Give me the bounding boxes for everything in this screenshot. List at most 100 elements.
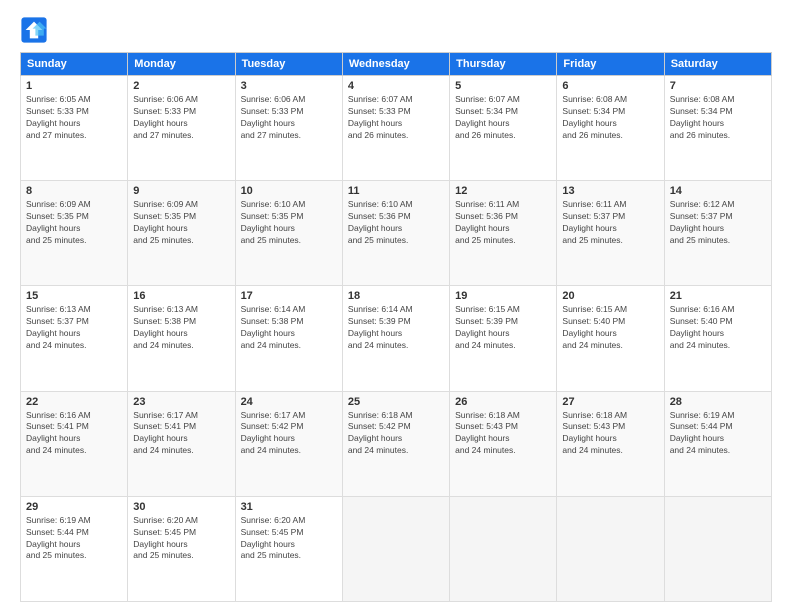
calendar-cell: 15 Sunrise: 6:13 AM Sunset: 5:37 PM Dayl… xyxy=(21,286,128,391)
calendar-cell: 21 Sunrise: 6:16 AM Sunset: 5:40 PM Dayl… xyxy=(664,286,771,391)
calendar-cell: 29 Sunrise: 6:19 AM Sunset: 5:44 PM Dayl… xyxy=(21,496,128,601)
day-detail: Sunrise: 6:20 AM Sunset: 5:45 PM Dayligh… xyxy=(133,515,229,563)
calendar-header-row: SundayMondayTuesdayWednesdayThursdayFrid… xyxy=(21,53,772,76)
day-detail: Sunrise: 6:12 AM Sunset: 5:37 PM Dayligh… xyxy=(670,199,766,247)
calendar-cell: 10 Sunrise: 6:10 AM Sunset: 5:35 PM Dayl… xyxy=(235,181,342,286)
calendar-cell: 16 Sunrise: 6:13 AM Sunset: 5:38 PM Dayl… xyxy=(128,286,235,391)
day-detail: Sunrise: 6:18 AM Sunset: 5:42 PM Dayligh… xyxy=(348,410,444,458)
calendar-weekday-wednesday: Wednesday xyxy=(342,53,449,76)
day-number: 4 xyxy=(348,80,444,92)
day-number: 7 xyxy=(670,80,766,92)
day-number: 28 xyxy=(670,396,766,408)
calendar-week-5: 29 Sunrise: 6:19 AM Sunset: 5:44 PM Dayl… xyxy=(21,496,772,601)
day-detail: Sunrise: 6:09 AM Sunset: 5:35 PM Dayligh… xyxy=(133,199,229,247)
day-detail: Sunrise: 6:15 AM Sunset: 5:40 PM Dayligh… xyxy=(562,304,658,352)
day-detail: Sunrise: 6:07 AM Sunset: 5:34 PM Dayligh… xyxy=(455,94,551,142)
day-number: 25 xyxy=(348,396,444,408)
day-number: 29 xyxy=(26,501,122,513)
logo xyxy=(20,16,52,44)
calendar-cell xyxy=(664,496,771,601)
day-detail: Sunrise: 6:08 AM Sunset: 5:34 PM Dayligh… xyxy=(670,94,766,142)
day-number: 11 xyxy=(348,185,444,197)
calendar-cell: 1 Sunrise: 6:05 AM Sunset: 5:33 PM Dayli… xyxy=(21,76,128,181)
calendar-weekday-friday: Friday xyxy=(557,53,664,76)
day-number: 10 xyxy=(241,185,337,197)
calendar-week-4: 22 Sunrise: 6:16 AM Sunset: 5:41 PM Dayl… xyxy=(21,391,772,496)
day-detail: Sunrise: 6:19 AM Sunset: 5:44 PM Dayligh… xyxy=(26,515,122,563)
day-number: 31 xyxy=(241,501,337,513)
calendar-cell xyxy=(450,496,557,601)
day-number: 18 xyxy=(348,290,444,302)
calendar-weekday-saturday: Saturday xyxy=(664,53,771,76)
calendar-cell: 24 Sunrise: 6:17 AM Sunset: 5:42 PM Dayl… xyxy=(235,391,342,496)
day-detail: Sunrise: 6:10 AM Sunset: 5:35 PM Dayligh… xyxy=(241,199,337,247)
day-detail: Sunrise: 6:17 AM Sunset: 5:41 PM Dayligh… xyxy=(133,410,229,458)
calendar-weekday-tuesday: Tuesday xyxy=(235,53,342,76)
calendar-weekday-thursday: Thursday xyxy=(450,53,557,76)
day-number: 16 xyxy=(133,290,229,302)
day-detail: Sunrise: 6:13 AM Sunset: 5:38 PM Dayligh… xyxy=(133,304,229,352)
page: SundayMondayTuesdayWednesdayThursdayFrid… xyxy=(0,0,792,612)
day-detail: Sunrise: 6:11 AM Sunset: 5:37 PM Dayligh… xyxy=(562,199,658,247)
calendar: SundayMondayTuesdayWednesdayThursdayFrid… xyxy=(20,52,772,602)
day-number: 2 xyxy=(133,80,229,92)
calendar-cell: 12 Sunrise: 6:11 AM Sunset: 5:36 PM Dayl… xyxy=(450,181,557,286)
day-detail: Sunrise: 6:18 AM Sunset: 5:43 PM Dayligh… xyxy=(562,410,658,458)
day-detail: Sunrise: 6:14 AM Sunset: 5:38 PM Dayligh… xyxy=(241,304,337,352)
calendar-cell: 11 Sunrise: 6:10 AM Sunset: 5:36 PM Dayl… xyxy=(342,181,449,286)
calendar-cell: 8 Sunrise: 6:09 AM Sunset: 5:35 PM Dayli… xyxy=(21,181,128,286)
day-detail: Sunrise: 6:09 AM Sunset: 5:35 PM Dayligh… xyxy=(26,199,122,247)
calendar-cell: 27 Sunrise: 6:18 AM Sunset: 5:43 PM Dayl… xyxy=(557,391,664,496)
day-number: 12 xyxy=(455,185,551,197)
calendar-cell: 22 Sunrise: 6:16 AM Sunset: 5:41 PM Dayl… xyxy=(21,391,128,496)
day-detail: Sunrise: 6:20 AM Sunset: 5:45 PM Dayligh… xyxy=(241,515,337,563)
calendar-cell: 23 Sunrise: 6:17 AM Sunset: 5:41 PM Dayl… xyxy=(128,391,235,496)
day-detail: Sunrise: 6:17 AM Sunset: 5:42 PM Dayligh… xyxy=(241,410,337,458)
calendar-cell xyxy=(342,496,449,601)
day-number: 17 xyxy=(241,290,337,302)
day-detail: Sunrise: 6:13 AM Sunset: 5:37 PM Dayligh… xyxy=(26,304,122,352)
day-detail: Sunrise: 6:08 AM Sunset: 5:34 PM Dayligh… xyxy=(562,94,658,142)
day-number: 21 xyxy=(670,290,766,302)
day-detail: Sunrise: 6:10 AM Sunset: 5:36 PM Dayligh… xyxy=(348,199,444,247)
calendar-weekday-sunday: Sunday xyxy=(21,53,128,76)
calendar-cell: 14 Sunrise: 6:12 AM Sunset: 5:37 PM Dayl… xyxy=(664,181,771,286)
day-detail: Sunrise: 6:05 AM Sunset: 5:33 PM Dayligh… xyxy=(26,94,122,142)
calendar-cell: 9 Sunrise: 6:09 AM Sunset: 5:35 PM Dayli… xyxy=(128,181,235,286)
day-number: 3 xyxy=(241,80,337,92)
day-number: 1 xyxy=(26,80,122,92)
day-number: 30 xyxy=(133,501,229,513)
calendar-cell: 25 Sunrise: 6:18 AM Sunset: 5:42 PM Dayl… xyxy=(342,391,449,496)
calendar-cell: 19 Sunrise: 6:15 AM Sunset: 5:39 PM Dayl… xyxy=(450,286,557,391)
day-number: 8 xyxy=(26,185,122,197)
day-number: 14 xyxy=(670,185,766,197)
day-detail: Sunrise: 6:07 AM Sunset: 5:33 PM Dayligh… xyxy=(348,94,444,142)
day-detail: Sunrise: 6:16 AM Sunset: 5:40 PM Dayligh… xyxy=(670,304,766,352)
day-number: 9 xyxy=(133,185,229,197)
calendar-cell: 2 Sunrise: 6:06 AM Sunset: 5:33 PM Dayli… xyxy=(128,76,235,181)
day-detail: Sunrise: 6:15 AM Sunset: 5:39 PM Dayligh… xyxy=(455,304,551,352)
calendar-cell: 5 Sunrise: 6:07 AM Sunset: 5:34 PM Dayli… xyxy=(450,76,557,181)
day-number: 6 xyxy=(562,80,658,92)
header xyxy=(20,16,772,44)
calendar-cell: 6 Sunrise: 6:08 AM Sunset: 5:34 PM Dayli… xyxy=(557,76,664,181)
day-number: 26 xyxy=(455,396,551,408)
calendar-cell xyxy=(557,496,664,601)
calendar-cell: 20 Sunrise: 6:15 AM Sunset: 5:40 PM Dayl… xyxy=(557,286,664,391)
day-detail: Sunrise: 6:06 AM Sunset: 5:33 PM Dayligh… xyxy=(241,94,337,142)
calendar-cell: 17 Sunrise: 6:14 AM Sunset: 5:38 PM Dayl… xyxy=(235,286,342,391)
calendar-week-2: 8 Sunrise: 6:09 AM Sunset: 5:35 PM Dayli… xyxy=(21,181,772,286)
day-detail: Sunrise: 6:11 AM Sunset: 5:36 PM Dayligh… xyxy=(455,199,551,247)
day-number: 5 xyxy=(455,80,551,92)
day-number: 13 xyxy=(562,185,658,197)
logo-icon xyxy=(20,16,48,44)
day-number: 27 xyxy=(562,396,658,408)
day-detail: Sunrise: 6:14 AM Sunset: 5:39 PM Dayligh… xyxy=(348,304,444,352)
calendar-week-3: 15 Sunrise: 6:13 AM Sunset: 5:37 PM Dayl… xyxy=(21,286,772,391)
day-number: 23 xyxy=(133,396,229,408)
day-number: 24 xyxy=(241,396,337,408)
day-detail: Sunrise: 6:19 AM Sunset: 5:44 PM Dayligh… xyxy=(670,410,766,458)
calendar-weekday-monday: Monday xyxy=(128,53,235,76)
day-number: 22 xyxy=(26,396,122,408)
calendar-cell: 30 Sunrise: 6:20 AM Sunset: 5:45 PM Dayl… xyxy=(128,496,235,601)
